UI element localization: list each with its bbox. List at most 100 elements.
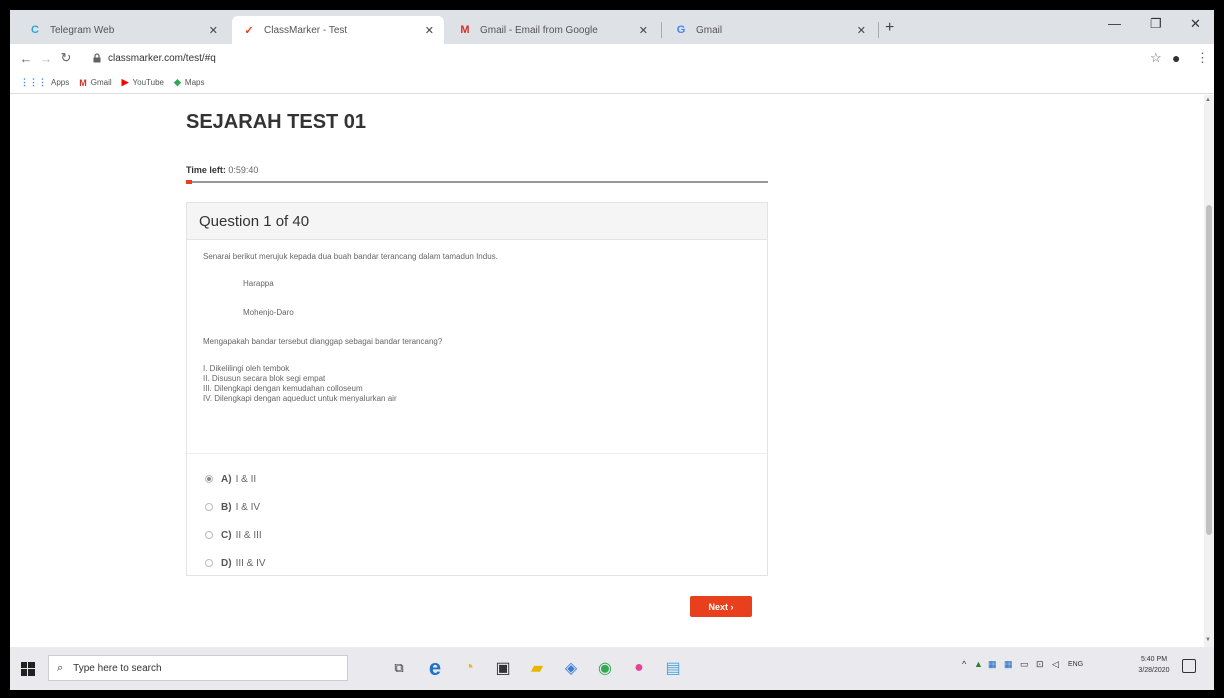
divider [187, 453, 767, 454]
question-item: Mohenjo-Daro [243, 308, 294, 317]
question-card: Question 1 of 40 Senarai berikut merujuk… [186, 202, 768, 576]
tab-title: Gmail - Email from Google [480, 24, 598, 36]
chrome-icon[interactable]: ◉ [594, 657, 616, 679]
statement-1: I. Dikelilingi oleh tembok [203, 364, 290, 373]
windows-start-button[interactable] [14, 655, 42, 683]
page-title: SEJARAH TEST 01 [186, 111, 367, 133]
test-progress-fill [186, 180, 192, 184]
apps-grid-icon: ⋮⋮⋮ [20, 77, 47, 87]
bookmark-label: Apps [51, 78, 70, 87]
next-button[interactable]: Next › [690, 596, 752, 617]
windows-logo-icon [21, 661, 35, 676]
scroll-thumb[interactable] [1206, 205, 1212, 535]
gmail-icon: M [460, 24, 470, 36]
forward-icon[interactable]: → [36, 51, 56, 66]
profile-icon[interactable]: ● [1172, 50, 1180, 66]
tab-classmarker[interactable]: ✓ ClassMarker - Test ✕ [232, 16, 444, 44]
camera-icon[interactable]: ▣ [492, 657, 514, 679]
search-placeholder: Type here to search [73, 662, 162, 674]
address-text: classmarker.com/test/#q [108, 52, 216, 64]
language-indicator[interactable]: ENG [1068, 661, 1083, 668]
tab-title: Telegram Web [50, 24, 115, 36]
file-explorer-icon[interactable]: ▰ [526, 657, 548, 679]
windows-taskbar: ⌕ Type here to search ⧉ e ◔ ▣ ▰ ◈ ◉ ● ▤ … [10, 647, 1214, 690]
option-letter: B) [221, 501, 232, 513]
media-app-icon[interactable]: ● [628, 657, 650, 679]
option-c[interactable]: C) II & III [205, 521, 266, 549]
browser-tabstrip: C Telegram Web ✕ ✓ ClassMarker - Test ✕ … [10, 10, 1214, 44]
option-letter: A) [221, 473, 232, 485]
tab-title: ClassMarker - Test [264, 24, 348, 36]
photos-icon[interactable]: ▤ [662, 657, 684, 679]
network-icon[interactable]: ⊡ [1036, 659, 1044, 670]
option-b[interactable]: B) I & IV [205, 493, 266, 521]
tray-app-icon[interactable]: ▦ [988, 659, 997, 670]
answer-options: A) I & II B) I & IV C) II & III D) III &… [205, 465, 266, 577]
radio-button[interactable] [205, 559, 213, 567]
page-scrollbar[interactable]: ▲ ▼ [1204, 95, 1214, 647]
minimize-icon[interactable]: — [1108, 16, 1121, 31]
question-prompt: Mengapakah bandar tersebut dianggap seba… [203, 337, 443, 346]
close-icon[interactable]: ✕ [209, 24, 218, 37]
option-text: I & IV [235, 501, 261, 513]
option-a[interactable]: A) I & II [205, 465, 266, 493]
volume-icon[interactable]: ◁ [1052, 659, 1059, 670]
bookmark-label: YouTube [132, 78, 164, 87]
bookmark-label: Gmail [90, 78, 112, 87]
tab-separator [878, 22, 879, 38]
window-close-icon[interactable]: ✕ [1190, 16, 1201, 32]
gmail-icon: M [79, 77, 87, 88]
scroll-up-icon[interactable]: ▲ [1205, 97, 1211, 103]
time-left-label: Time left: [186, 165, 226, 175]
reload-icon[interactable]: ↻ [56, 50, 76, 66]
tab-separator [661, 22, 662, 38]
question-item: Harappa [243, 279, 274, 288]
question-intro: Senarai berikut merujuk kepada dua buah … [203, 252, 498, 261]
clock-time: 5:40 PM [1140, 656, 1168, 663]
restore-icon[interactable]: ❐ [1150, 16, 1162, 32]
close-icon[interactable]: ✕ [425, 24, 434, 37]
browser-toolbar: ← → ↻ classmarker.com/test/#q ☆ ● ⋮ [10, 44, 1214, 72]
edge-icon[interactable]: e [424, 655, 446, 680]
scroll-down-icon[interactable]: ▼ [1205, 637, 1211, 643]
address-bar[interactable]: classmarker.com/test/#q [92, 48, 1092, 68]
tab-telegram[interactable]: C Telegram Web ✕ [18, 16, 228, 44]
radio-button[interactable] [205, 503, 213, 511]
radio-button[interactable] [205, 531, 213, 539]
menu-kebab-icon[interactable]: ⋮ [1196, 50, 1209, 66]
store-icon[interactable]: ◔ [458, 657, 480, 679]
statement-3: III. Dilengkapi dengan kemudahan collose… [203, 384, 363, 393]
bookmark-maps[interactable]: ◆ Maps [174, 77, 204, 88]
notifications-icon[interactable] [1182, 659, 1196, 673]
option-text: I & II [235, 473, 257, 485]
tab-gmail-google[interactable]: M Gmail - Email from Google ✕ [448, 16, 658, 44]
taskbar-clock[interactable]: 5:40 PM 3/28/2020 [1132, 654, 1176, 676]
back-icon[interactable]: ← [16, 51, 36, 66]
close-icon[interactable]: ✕ [857, 24, 866, 37]
bookmark-youtube[interactable]: ▶ YouTube [122, 77, 164, 88]
close-icon[interactable]: ✕ [639, 24, 648, 37]
test-progress-bar [186, 180, 768, 184]
radio-button[interactable] [205, 475, 213, 483]
option-text: II & III [235, 529, 262, 541]
taskbar-search-box[interactable]: ⌕ Type here to search [48, 655, 348, 681]
tray-app-icon[interactable]: ▦ [1004, 659, 1013, 670]
desktop-screen: C Telegram Web ✕ ✓ ClassMarker - Test ✕ … [10, 10, 1214, 690]
time-left-value: 0:59:40 [228, 165, 259, 175]
bookmark-apps[interactable]: ⋮⋮⋮ Apps [20, 77, 69, 88]
page-content: SEJARAH TEST 01 Time left: 0:59:40 Quest… [10, 95, 1204, 647]
bookmark-gmail[interactable]: M Gmail [79, 78, 111, 88]
show-hidden-icons-icon[interactable]: ^ [962, 659, 966, 669]
tray-app-icon[interactable]: ▲ [974, 659, 983, 669]
option-d[interactable]: D) III & IV [205, 549, 266, 577]
bookmark-label: Maps [184, 78, 205, 87]
network-app-icon[interactable]: ◈ [560, 657, 582, 679]
new-tab-icon[interactable]: + [885, 19, 894, 37]
task-view-icon[interactable]: ⧉ [388, 657, 410, 679]
tab-gmail[interactable]: G Gmail ✕ [664, 16, 876, 44]
battery-icon[interactable]: ▭ [1020, 659, 1029, 670]
classmarker-icon: ✓ [244, 24, 254, 37]
star-icon[interactable]: ☆ [1150, 50, 1162, 66]
statement-4: IV. Dilengkapi dengan aqueduct untuk men… [203, 394, 397, 403]
google-icon: G [676, 24, 686, 36]
